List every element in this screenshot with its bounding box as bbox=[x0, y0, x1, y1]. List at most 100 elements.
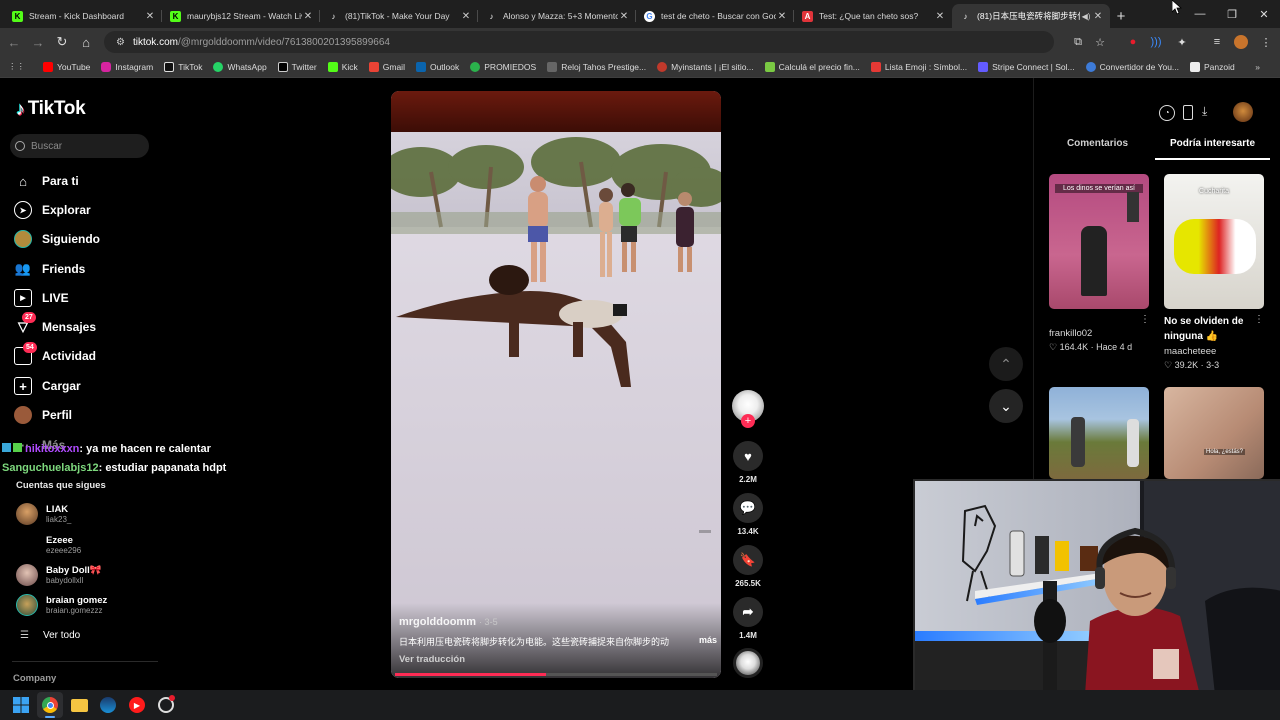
bookmark-instagram[interactable]: Instagram bbox=[101, 61, 153, 72]
nav-perfil[interactable]: Perfil bbox=[14, 404, 164, 426]
nav-siguiendo[interactable]: Siguiendo bbox=[14, 228, 164, 250]
record-extension-icon[interactable]: ● bbox=[1123, 32, 1143, 52]
install-app-icon[interactable]: ⧉ bbox=[1068, 32, 1088, 52]
recommended-thumbnail[interactable]: Cucharita bbox=[1164, 174, 1264, 309]
card-title[interactable]: No se olviden de ninguna 👍 bbox=[1164, 314, 1254, 344]
chrome-icon[interactable] bbox=[37, 692, 63, 718]
bookmark-kick[interactable]: Kick bbox=[327, 61, 358, 72]
reload-icon[interactable]: ↻ bbox=[50, 30, 74, 54]
tab-search-icon[interactable]: ≡ bbox=[1207, 32, 1227, 52]
explore-circle-icon[interactable]: ◔ bbox=[1159, 105, 1175, 121]
translate-link[interactable]: Ver traducción bbox=[399, 654, 465, 665]
bookmark-panzoid[interactable]: Panzoid bbox=[1190, 61, 1235, 72]
browser-tab[interactable]: K Stream - Kick Dashboard ✕ bbox=[4, 4, 162, 28]
next-video-button[interactable]: ⌄ bbox=[989, 389, 1023, 423]
nav-explorar[interactable]: ➤ Explorar bbox=[14, 199, 164, 221]
browser-tab[interactable]: A Test: ¿Que tan cheto sos? ✕ bbox=[794, 4, 952, 28]
card-options-icon[interactable]: ⋮ bbox=[1140, 314, 1150, 325]
bookmark-promiedos[interactable]: PROMIEDOS bbox=[470, 61, 536, 72]
site-info-icon[interactable]: ⚙ bbox=[116, 37, 125, 48]
close-window-icon[interactable]: ✕ bbox=[1248, 0, 1280, 28]
bookmark-tiktok[interactable]: TikTok bbox=[164, 61, 202, 72]
bookmark-star-icon[interactable]: ☆ bbox=[1090, 32, 1110, 52]
close-tab-icon[interactable]: ✕ bbox=[460, 11, 472, 22]
bookmark-whatsapp[interactable]: WhatsApp bbox=[213, 61, 267, 72]
home-icon[interactable]: ⌂ bbox=[74, 30, 98, 54]
bookmarks-overflow-icon[interactable]: » bbox=[1255, 62, 1260, 72]
bookmark-youtube[interactable]: YouTube bbox=[43, 61, 90, 72]
following-account[interactable]: Ezeee ezeee296 bbox=[16, 534, 81, 556]
close-tab-icon[interactable]: ✕ bbox=[144, 11, 156, 22]
share-button[interactable]: ➦ 1.4M bbox=[730, 597, 766, 640]
more-caption-button[interactable]: más bbox=[699, 635, 717, 648]
bookmark-convertidor[interactable]: Convertidor de You... bbox=[1085, 61, 1179, 72]
user-avatar[interactable] bbox=[1233, 102, 1253, 122]
browser-tab[interactable]: Kmaurybjs12 Stream - Watch Live ✕ bbox=[162, 4, 320, 28]
nav-cargar[interactable]: + Cargar bbox=[14, 375, 164, 397]
apps-grid-icon[interactable]: ⋮⋮ bbox=[8, 61, 25, 72]
comment-button[interactable]: 💬 13.4K bbox=[730, 493, 766, 536]
close-tab-icon[interactable]: ✕ bbox=[618, 11, 630, 22]
browser-tab-active[interactable]: ♪(81)日本压电瓷砖将脚步转化为电能◀)✕ bbox=[952, 4, 1110, 28]
search-input[interactable]: Buscar bbox=[10, 134, 149, 158]
mute-tab-icon[interactable]: ◀) bbox=[1080, 12, 1092, 21]
company-link[interactable]: Company bbox=[13, 673, 56, 684]
back-icon[interactable]: ← bbox=[2, 30, 26, 54]
close-tab-icon[interactable]: ✕ bbox=[776, 11, 788, 22]
steam-icon[interactable] bbox=[95, 692, 121, 718]
maximize-icon[interactable]: ❐ bbox=[1216, 0, 1248, 28]
nav-para-ti[interactable]: ⌂ Para ti bbox=[14, 170, 164, 192]
bookmark-myinstants[interactable]: Myinstants | ¡El sitio... bbox=[657, 61, 754, 72]
close-tab-icon[interactable]: ✕ bbox=[934, 11, 946, 22]
bookmark-emoji[interactable]: Lista Emoji : Símbol... bbox=[870, 61, 967, 72]
bookmark-twitter[interactable]: Twitter bbox=[277, 61, 317, 72]
following-account[interactable]: LIAK liak23_ bbox=[16, 503, 71, 525]
url-input[interactable]: ⚙ tiktok.com/@mrgolddoomm/video/76138002… bbox=[104, 31, 1054, 53]
recommended-thumbnail[interactable]: Hola, ¿estás? bbox=[1164, 387, 1264, 479]
nav-mensajes[interactable]: ▽ 27 Mensajes bbox=[14, 312, 164, 338]
like-button[interactable]: ♥ 2.2M bbox=[730, 441, 766, 484]
bookmark-calcula[interactable]: Calculá el precio fin... bbox=[764, 61, 860, 72]
extensions-icon[interactable]: ✦ bbox=[1172, 32, 1192, 52]
download-icon[interactable]: ⤓ bbox=[1202, 104, 1207, 119]
video-player[interactable]: mrgolddoomm · 3-5 日本利用压电瓷砖将脚步转化为电能。这些瓷砖捕… bbox=[391, 91, 721, 678]
tab-podria-interesarte[interactable]: Podría interesarte bbox=[1155, 138, 1270, 160]
tiktok-logo[interactable]: ♪ TikTok bbox=[16, 98, 86, 120]
profile-avatar-icon[interactable] bbox=[1231, 32, 1251, 52]
music-disc-icon[interactable] bbox=[733, 648, 763, 678]
recommended-thumbnail[interactable] bbox=[1049, 387, 1149, 479]
recommended-thumbnail[interactable]: Los dinos se verían así bbox=[1049, 174, 1149, 309]
audio-extension-icon[interactable]: ))) bbox=[1146, 32, 1166, 52]
youtube-music-icon[interactable]: ▶ bbox=[124, 692, 150, 718]
following-account[interactable]: Baby Doll🎀 babydollxll bbox=[16, 564, 102, 586]
file-explorer-icon[interactable] bbox=[66, 692, 92, 718]
browser-menu-icon[interactable]: ⋮ bbox=[1256, 32, 1276, 52]
close-tab-icon[interactable]: ✕ bbox=[1092, 11, 1104, 22]
new-tab-button[interactable]: + bbox=[1110, 4, 1132, 28]
bookmark-outlook[interactable]: Outlook bbox=[415, 61, 459, 72]
see-all-link[interactable]: ☰ Ver todo bbox=[20, 630, 80, 641]
close-tab-icon[interactable]: ✕ bbox=[302, 11, 314, 22]
nav-friends[interactable]: 👥 Friends bbox=[14, 258, 164, 280]
following-account[interactable]: braian gomez braian.gomezzz bbox=[16, 594, 107, 616]
video-author[interactable]: mrgolddoomm bbox=[399, 616, 476, 628]
browser-tab[interactable]: Gtest de cheto - Buscar con Google✕ bbox=[636, 4, 794, 28]
card-author[interactable]: frankillo02 bbox=[1049, 328, 1092, 339]
bookmark-gmail[interactable]: Gmail bbox=[368, 61, 405, 72]
browser-tab[interactable]: ♪ (81)TikTok - Make Your Day ✕ bbox=[320, 4, 478, 28]
save-button[interactable]: 🔖 265.5K bbox=[730, 545, 766, 588]
card-options-icon[interactable]: ⋮ bbox=[1254, 314, 1264, 325]
forward-icon[interactable]: → bbox=[26, 30, 50, 54]
nav-live[interactable]: ▶ LIVE bbox=[14, 287, 164, 309]
card-author[interactable]: maacheteee bbox=[1164, 346, 1216, 357]
settings-app-icon[interactable] bbox=[153, 692, 179, 718]
tab-comentarios[interactable]: Comentarios bbox=[1040, 138, 1155, 160]
follow-plus-icon[interactable]: + bbox=[741, 414, 755, 428]
browser-tab[interactable]: ♪ Alonso y Mazza: 5+3 Momentos ✕ bbox=[478, 4, 636, 28]
video-progress-track[interactable] bbox=[395, 673, 717, 676]
nav-actividad[interactable]: 54 Actividad bbox=[14, 342, 164, 367]
previous-video-button[interactable]: ⌃ bbox=[989, 347, 1023, 381]
start-menu-icon[interactable] bbox=[8, 692, 34, 718]
phone-icon[interactable] bbox=[1183, 105, 1193, 120]
bookmark-reloj[interactable]: Reloj Tahos Prestige... bbox=[547, 61, 646, 72]
